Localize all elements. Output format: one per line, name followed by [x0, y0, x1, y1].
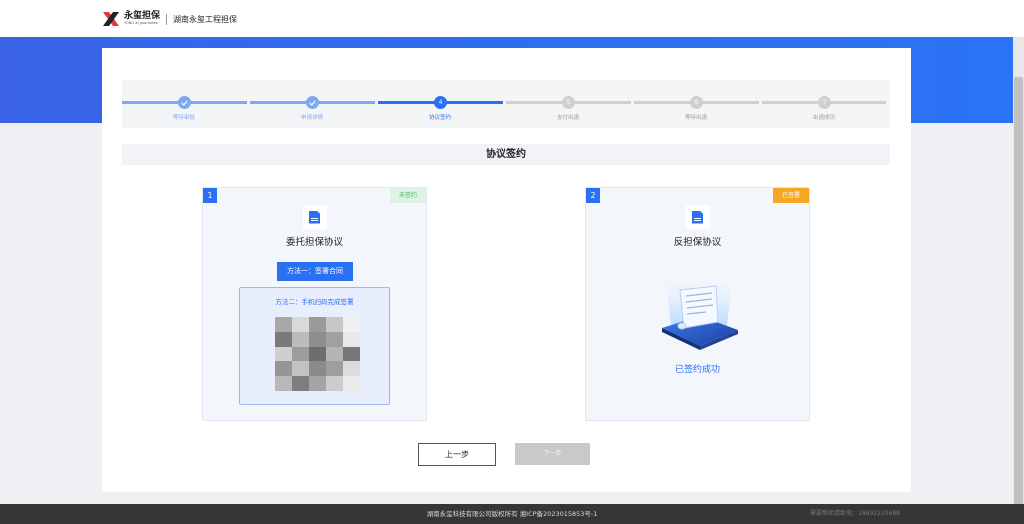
step-number: 7 — [818, 96, 831, 109]
step-label: 协议签约 — [428, 115, 452, 121]
step-2: 申请详情 — [250, 80, 378, 128]
agreement-number: 2 — [586, 188, 600, 203]
footer-phone: 需要帮助请致电：18692220688 — [810, 510, 900, 517]
logo-tagline: YONG XI guarantee — [124, 21, 158, 26]
signed-document-illustration — [656, 272, 742, 352]
step-3: 4 协议签约 — [378, 80, 506, 128]
check-icon — [178, 96, 191, 109]
document-icon — [685, 205, 710, 229]
top-header: 永玺担保 YONG XI guarantee 湖南永玺工程担保 — [0, 0, 1024, 37]
brand-logo[interactable]: 永玺担保 YONG XI guarantee 湖南永玺工程担保 — [102, 11, 237, 27]
section-title: 协议签约 — [122, 144, 890, 165]
step-label: 申请详情 — [300, 115, 324, 121]
step-number: 5 — [562, 96, 575, 109]
logo-divider — [166, 13, 168, 25]
progress-steps: 等待审批 申请详情 4 协议签约 5 支付出函 6 等待出函 7 出函成功 — [122, 80, 890, 128]
agreement-title: 反担保协议 — [673, 237, 722, 248]
logo-mark-icon — [102, 11, 120, 27]
scrollbar-track[interactable] — [1013, 37, 1024, 507]
step-number: 6 — [690, 96, 703, 109]
step-4: 5 支付出函 — [506, 80, 634, 128]
qr-sign-label: 方法二：手机扫码完成签署 — [275, 298, 354, 306]
scrollbar-thumb[interactable] — [1014, 77, 1023, 507]
qr-sign-panel: 方法二：手机扫码完成签署 — [239, 287, 390, 405]
qr-code-image — [275, 317, 360, 391]
footer: 湖南永玺科技有限公司版权所有 湘ICP备2023015853号-1 需要帮助请致… — [0, 504, 1024, 524]
agreement-card-counter: 2 已签署 反担保协议 已签约成功 — [585, 187, 810, 421]
document-icon — [302, 205, 327, 229]
step-label: 支付出函 — [556, 115, 580, 121]
signed-success-text: 已签约成功 — [674, 365, 720, 375]
step-label: 等待审批 — [172, 115, 196, 121]
agreement-card-entrust: 1 未签约 委托担保协议 方法一：签署合同 方法二：手机扫码完成签署 — [202, 187, 427, 421]
step-5: 6 等待出函 — [634, 80, 762, 128]
agreement-number: 1 — [203, 188, 217, 203]
status-badge: 已签署 — [772, 188, 809, 203]
site-name: 湖南永玺工程担保 — [173, 14, 238, 24]
check-icon — [306, 96, 319, 109]
step-number: 4 — [434, 96, 447, 109]
sign-contract-button[interactable]: 方法一：签署合同 — [277, 262, 353, 281]
step-label: 出函成功 — [812, 115, 836, 121]
step-1: 等待审批 — [122, 80, 250, 128]
next-step-button[interactable]: 下一步 — [515, 443, 590, 465]
main-card: 等待审批 申请详情 4 协议签约 5 支付出函 6 等待出函 7 出函成功 协议… — [102, 48, 911, 492]
step-label: 等待出函 — [684, 115, 708, 121]
logo-name: 永玺担保 — [124, 11, 161, 22]
previous-step-button[interactable]: 上一步 — [418, 443, 496, 466]
step-6: 7 出函成功 — [762, 80, 890, 128]
status-badge: 未签约 — [389, 188, 426, 203]
agreement-title: 委托担保协议 — [285, 237, 343, 248]
